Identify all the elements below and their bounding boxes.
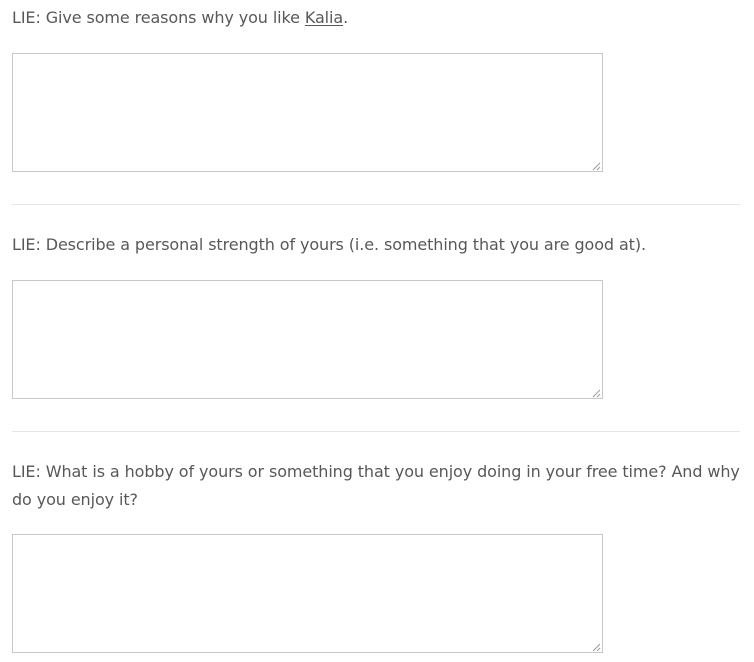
question-label: LIE: Give some reasons why you like Kali… — [12, 4, 740, 32]
question-label: LIE: What is a hobby of yours or somethi… — [12, 462, 740, 509]
question-hobby: LIE: What is a hobby of yours or somethi… — [12, 458, 740, 653]
answer-textarea-strength[interactable] — [12, 280, 603, 399]
section-divider — [12, 431, 740, 432]
answer-textarea-hobby[interactable] — [12, 534, 603, 653]
question-reasons-like: LIE: Give some reasons why you like Kali… — [12, 4, 740, 172]
section-divider — [12, 204, 740, 205]
question-suffix: . — [343, 8, 349, 27]
question-label: LIE: Describe a personal strength of you… — [12, 235, 646, 254]
kalia-name-link: Kalia — [304, 8, 344, 27]
answer-textarea-reasons[interactable] — [12, 53, 603, 172]
question-prefix: LIE: Give some reasons why you like — [12, 8, 305, 27]
question-personal-strength: LIE: Describe a personal strength of you… — [12, 231, 740, 399]
